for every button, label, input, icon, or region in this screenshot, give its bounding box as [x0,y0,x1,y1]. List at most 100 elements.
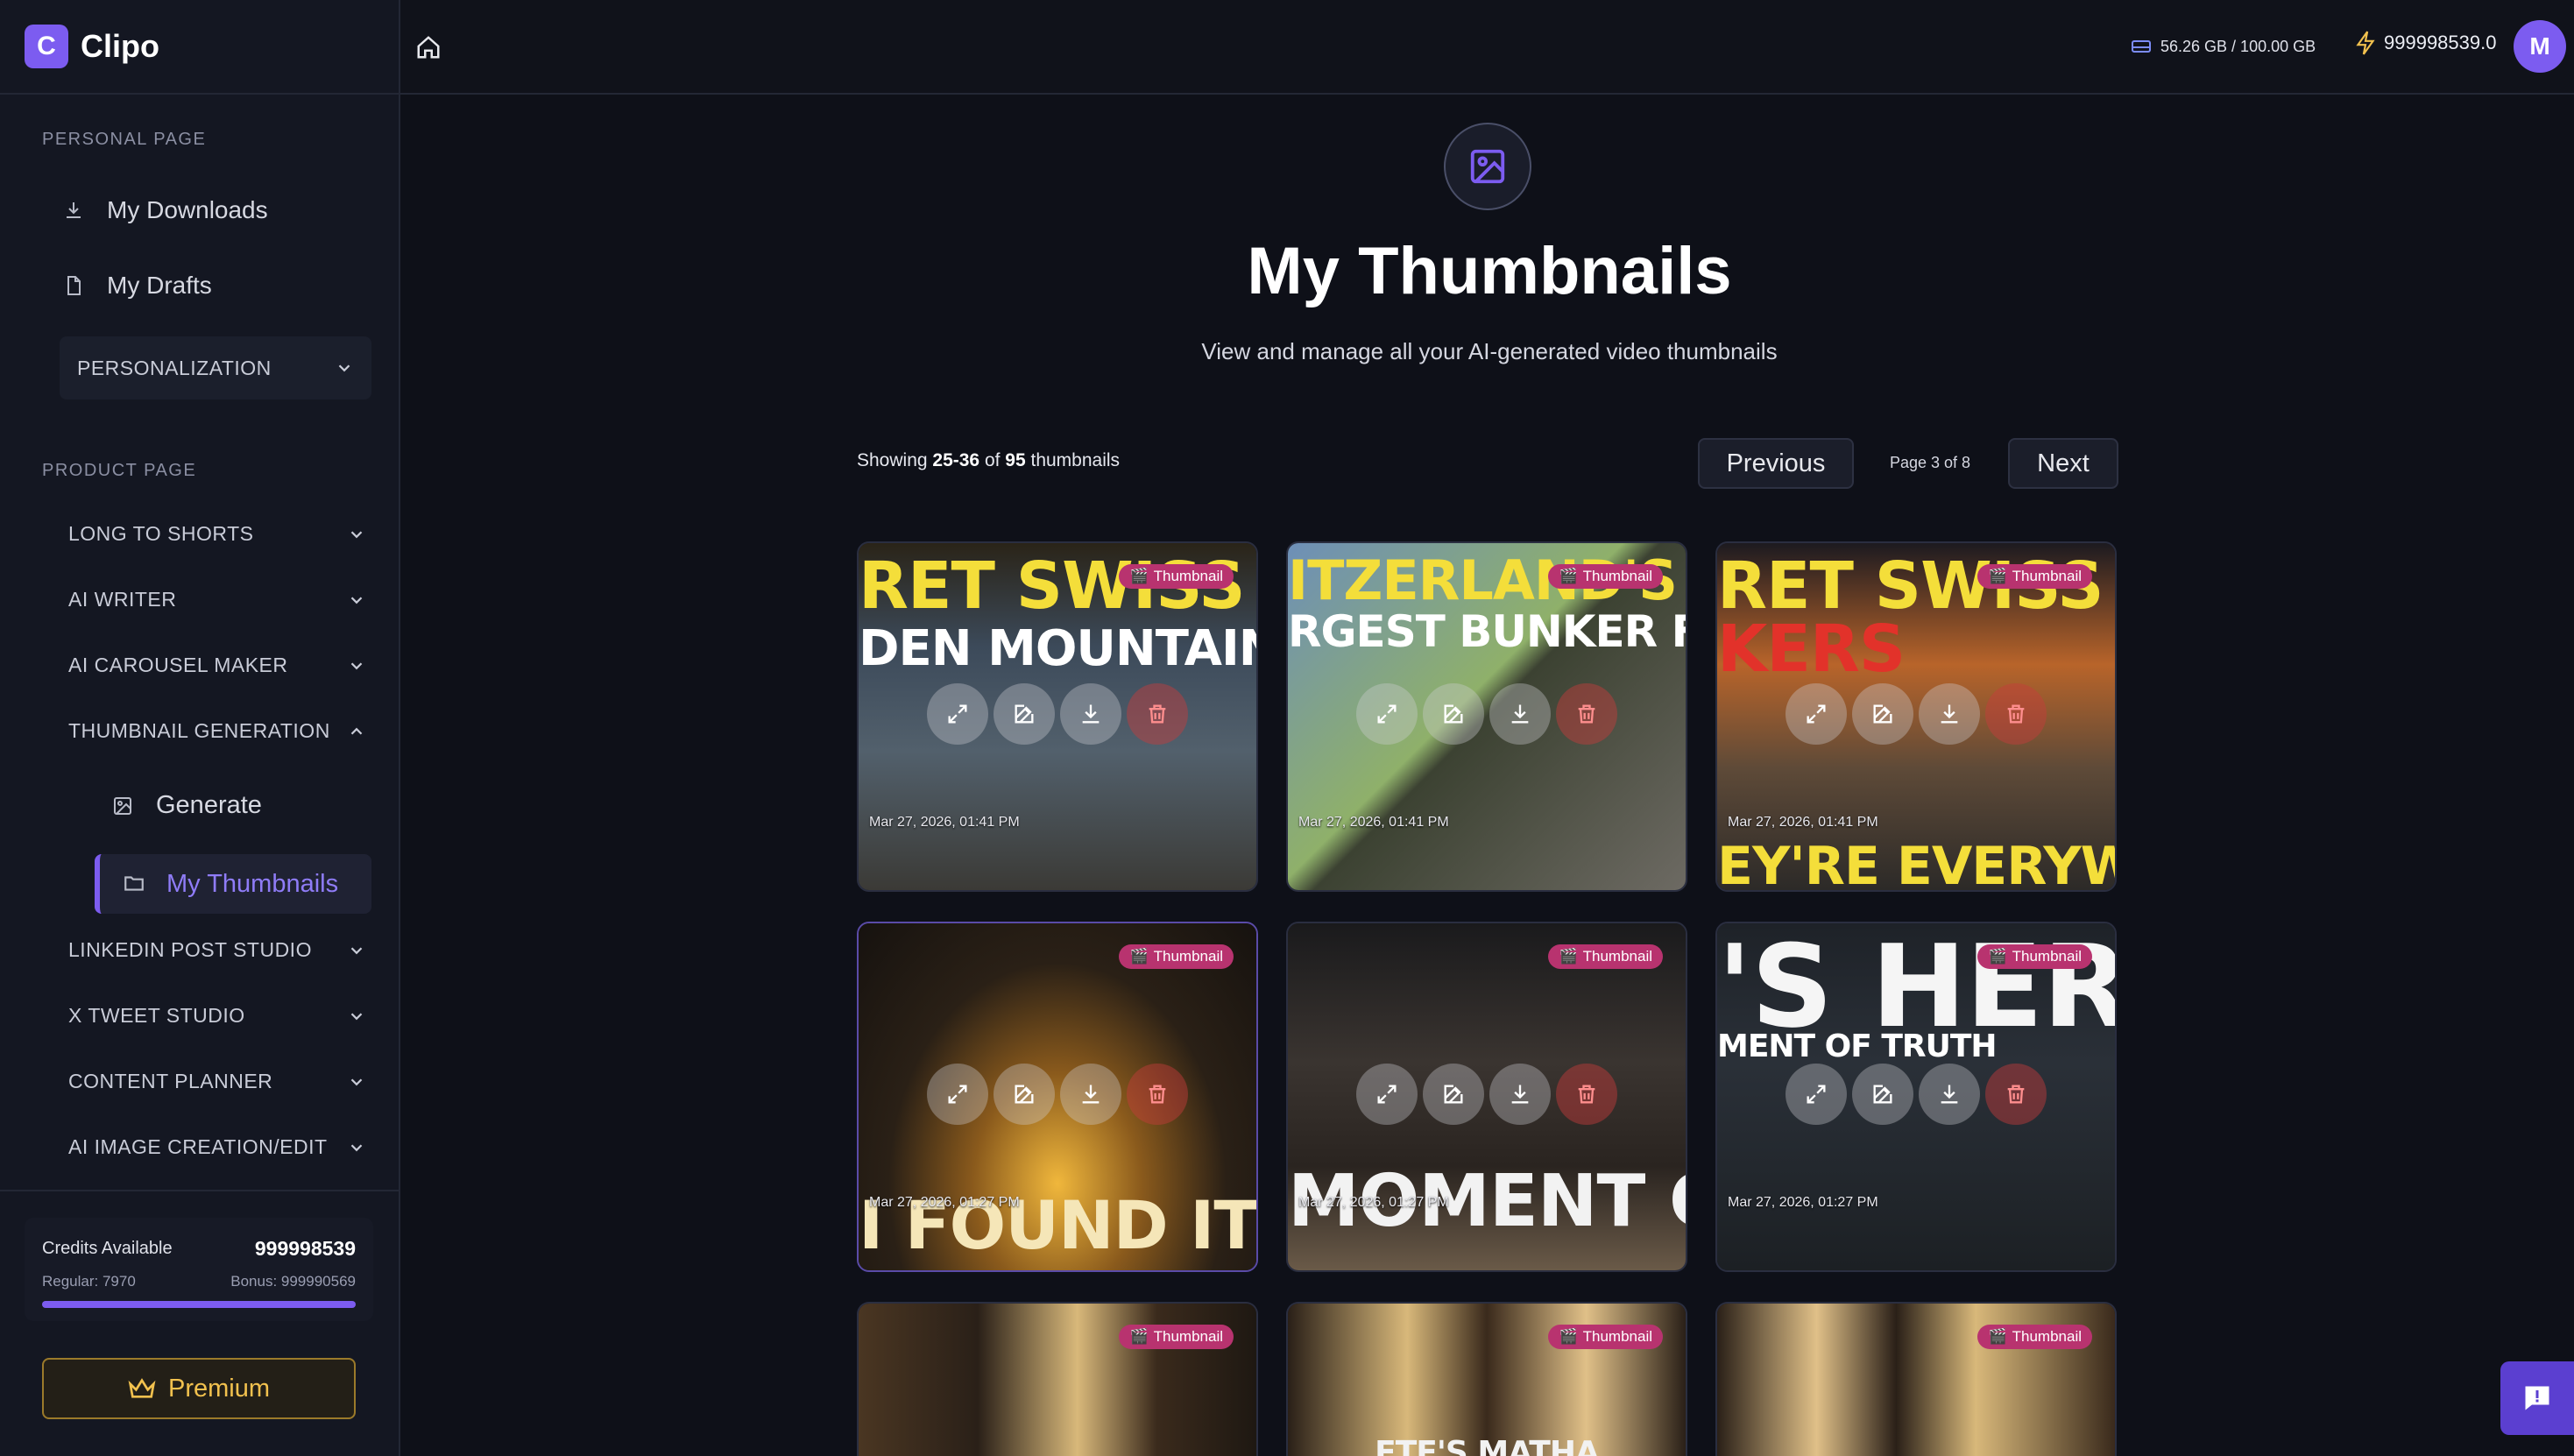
delete-button[interactable] [1985,1064,2047,1125]
download-button[interactable] [1489,1064,1551,1125]
thumbnail-date: Mar 27, 2026, 01:27 PM [1298,1195,1449,1210]
thumbnail-card[interactable]: ITZERLAND'S SECI RGEST BUNKER FOUND 🎬Thu… [1286,541,1687,892]
clapper-icon: 🎬 [1559,568,1578,584]
thumbnail-badge-label: Thumbnail [2012,568,2082,584]
edit-button[interactable] [994,683,1055,745]
premium-button[interactable]: Premium [42,1358,356,1419]
expand-icon [948,704,967,724]
thumbnail-card[interactable]: RET SWISS KERS EY'RE EVERYWHE 🎬Thumbnail… [1715,541,2117,892]
download-button[interactable] [1060,683,1121,745]
download-button[interactable] [1919,683,1980,745]
sidebar-group-x-tweet[interactable]: X TWEET STUDIO [68,1004,366,1028]
avatar[interactable]: M [2514,20,2566,73]
feedback-button[interactable] [2500,1361,2574,1435]
edit-button[interactable] [994,1064,1055,1125]
edit-button[interactable] [1423,1064,1484,1125]
thumbnail-badge: 🎬 Thumbnail [1977,564,2092,589]
thumbnail-text: RGEST BUNKER FOUND [1288,606,1686,657]
sidebar-item-my-thumbnails[interactable]: My Thumbnails [95,854,371,914]
expand-icon [1807,1085,1826,1104]
delete-button[interactable] [1127,1064,1188,1125]
edit-button[interactable] [1852,683,1913,745]
thumbnail-card[interactable]: 🎬 Thumbnail [857,1302,1258,1456]
credits-text: 999998539.0 [2384,32,2497,53]
results-total: 95 [1005,450,1026,470]
sidebar-group-ai-carousel[interactable]: AI CAROUSEL MAKER [68,654,366,677]
thumbnail-badge-label: Thumbnail [2012,1328,2082,1345]
delete-button[interactable] [1556,1064,1617,1125]
expand-button[interactable] [1786,683,1847,745]
trash-icon [2007,704,2025,724]
expand-button[interactable] [927,683,988,745]
edit-icon [1444,704,1463,724]
thumbnail-card[interactable]: MOMENT OF TRU 🎬Thumbnail Mar 27, 2026, 0… [1286,922,1687,1272]
thumbnail-card[interactable]: 🎬 Thumbnail [1715,1302,2117,1456]
thumbnail-card[interactable]: I FOUND IT 🎬 Thumbnail Mar 27, 2026, 01:2… [857,922,1258,1272]
edit-icon [1873,704,1892,724]
expand-button[interactable] [1786,1064,1847,1125]
download-button[interactable] [1489,683,1551,745]
thumbnail-badge: 🎬 Thumbnail [1548,1325,1663,1349]
home-icon [417,36,440,59]
chevron-down-icon [350,596,363,604]
sidebar-item-my-downloads[interactable]: My Downloads [61,196,268,224]
home-button[interactable] [409,28,448,67]
card-actions [1288,683,1686,745]
edit-icon [1444,1085,1463,1104]
group-label: LINKEDIN POST STUDIO [68,938,312,961]
chevron-down-icon [350,946,363,954]
sidebar-item-label: My Downloads [107,196,268,223]
storage-text: 56.26 GB / 100.00 GB [2160,37,2316,55]
sidebar-group-content-planner[interactable]: CONTENT PLANNER [68,1070,366,1093]
thumbnail-badge: 🎬 Thumbnail [1548,944,1663,969]
thumbnail-badge: 🎬 Thumbnail [1119,944,1234,969]
thumbnail-badge: 🎬 Thumbnail [1119,564,1234,589]
sidebar-group-linkedin[interactable]: LINKEDIN POST STUDIO [68,938,366,962]
group-label: LONG TO SHORTS [68,522,254,545]
delete-button[interactable] [1985,683,2047,745]
expand-button[interactable] [927,1064,988,1125]
thumbnail-card[interactable]: RET SWISS BUNKI DEN MOUNTAIN FORTRE 🎬Thu… [857,541,1258,892]
sidebar-item-label: My Drafts [107,272,212,299]
next-button[interactable]: Next [2008,438,2118,489]
thumbnail-badge-label: Thumbnail [1582,1328,1652,1345]
thumbnail-card[interactable]: 'S HER MENT OF TRUTH 🎬 Thumbnail Mar 27, … [1715,922,2117,1272]
previous-button[interactable]: Previous [1698,438,1854,489]
section-title-product: PRODUCT PAGE [42,461,197,480]
chevron-down-icon [350,1143,363,1151]
thumbnail-badge: 🎬 Thumbnail [1119,1325,1234,1349]
trash-icon [2007,1085,2025,1104]
sidebar-group-ai-writer[interactable]: AI WRITER [68,588,366,611]
trash-icon [1578,704,1595,724]
credits-label: Credits Available [42,1239,173,1258]
expand-button[interactable] [1356,1064,1418,1125]
delete-button[interactable] [1127,683,1188,745]
thumbnail-card[interactable]: ETF'S MATHA 🎬 Thumbnail [1286,1302,1687,1456]
chevron-down-icon [350,661,363,669]
download-button[interactable] [1919,1064,1980,1125]
sidebar-group-long-to-shorts[interactable]: LONG TO SHORTS [68,522,366,546]
expand-button[interactable] [1356,683,1418,745]
card-actions [859,1064,1256,1125]
expand-icon [1377,1085,1397,1104]
sidebar-group-personalization[interactable]: PERSONALIZATION [60,336,371,399]
chevron-down-icon [350,530,363,538]
sidebar-item-generate[interactable]: Generate [110,791,262,820]
delete-button[interactable] [1556,683,1617,745]
sidebar-group-thumbnail-generation[interactable]: THUMBNAIL GENERATION [68,719,366,743]
sidebar-item-my-drafts[interactable]: My Drafts [61,272,212,300]
sidebar-group-ai-image[interactable]: AI IMAGE CREATION/EDIT [68,1135,366,1159]
download-button[interactable] [1060,1064,1121,1125]
thumbnail-text: ETF'S MATHA [1375,1435,1600,1456]
results-count: Showing 25-36 of 95 thumbnails [857,450,1120,471]
edit-button[interactable] [1423,683,1484,745]
clapper-icon: 🎬 [1559,948,1578,965]
credits-bonus: Bonus: 999990569 [230,1273,356,1290]
crown-icon [128,1378,156,1398]
thumbnail-badge-label: Thumbnail [2012,948,2082,965]
brand[interactable]: C Clipo [0,0,399,95]
edit-button[interactable] [1852,1064,1913,1125]
clapper-icon: 🎬 [1988,1328,2007,1345]
file-icon [61,273,86,298]
chevron-down-icon [338,364,350,372]
